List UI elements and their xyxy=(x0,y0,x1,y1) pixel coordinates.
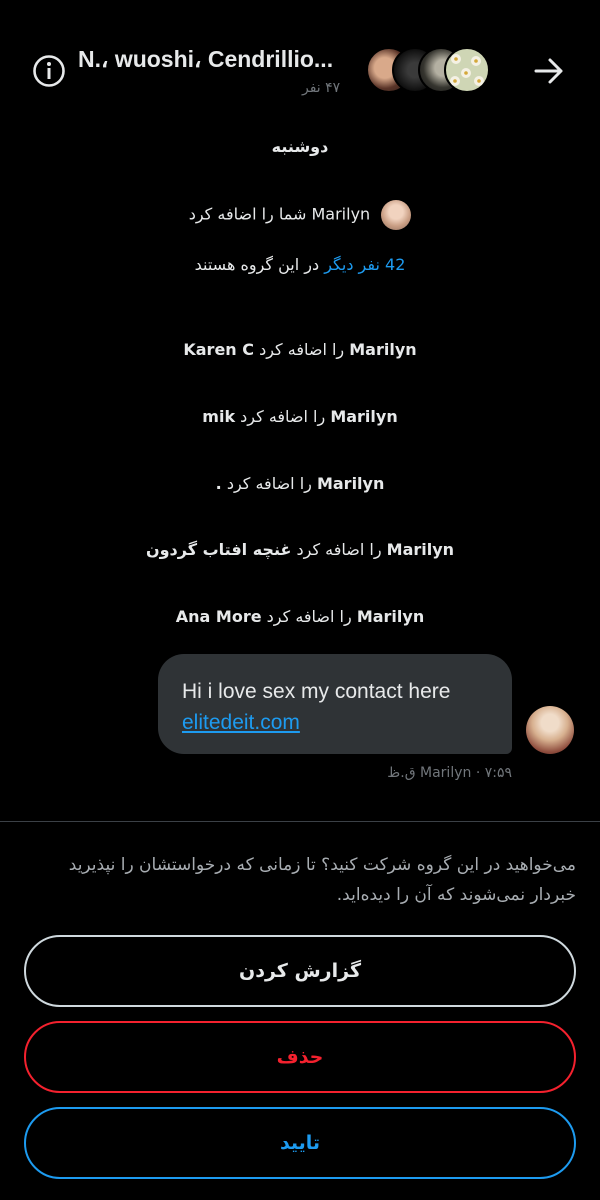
message-text: Hi i love sex my contact here xyxy=(182,680,451,703)
avatar[interactable] xyxy=(526,706,574,754)
others-count-link[interactable]: 42 نفر دیگر xyxy=(324,255,405,274)
message-meta: Marilyn · ۷:۵۹ ق.ظ xyxy=(387,765,512,781)
system-event: Marilyn را اضافه کرد غنچه افتاب گردون xyxy=(0,540,600,559)
divider xyxy=(0,821,600,822)
event-verb: را اضافه کرد xyxy=(266,607,352,626)
event-target: Ana More xyxy=(175,607,262,626)
conversation-title[interactable]: N.، wuoshi، Cendrillio... xyxy=(78,46,358,73)
accept-button[interactable]: تایید xyxy=(24,1107,576,1179)
event-verb: را اضافه کرد xyxy=(226,474,312,493)
event-target: غنچه افتاب گردون xyxy=(145,540,292,559)
group-avatars[interactable] xyxy=(366,47,496,95)
event-verb: را اضافه کرد xyxy=(296,540,382,559)
event-target: Karen C xyxy=(183,340,254,359)
arrow-right-icon[interactable] xyxy=(530,52,568,90)
conversation-header: N.، wuoshi، Cendrillio... ۴۷ نفر xyxy=(0,0,600,118)
avatar xyxy=(381,200,412,230)
event-actor: Marilyn xyxy=(386,540,455,559)
event-actor: Marilyn xyxy=(316,474,385,493)
event-actor: Marilyn xyxy=(356,607,425,626)
message-link[interactable]: elitedeit.com xyxy=(182,707,488,738)
event-verb: را اضافه کرد xyxy=(240,407,326,426)
added-you-message: شما را اضافه کرد Marilyn xyxy=(0,200,600,230)
message-bubble[interactable]: Hi i love sex my contact here elitedeit.… xyxy=(158,654,512,754)
system-event: Marilyn را اضافه کرد . xyxy=(0,474,600,493)
day-separator: دوشنبه xyxy=(271,137,329,156)
system-event: Marilyn را اضافه کرد Ana More xyxy=(0,607,600,626)
event-target: mik xyxy=(202,407,236,426)
event-actor: Marilyn xyxy=(330,407,398,426)
system-event: Marilyn را اضافه کرد Karen C xyxy=(0,340,600,359)
system-event: Marilyn را اضافه کرد mik xyxy=(0,407,600,426)
avatar xyxy=(444,47,490,93)
request-notice: می‌خواهید در این گروه شرکت کنید؟ تا زمان… xyxy=(68,855,576,905)
added-you-name[interactable]: Marilyn xyxy=(311,205,370,224)
others-text: در این گروه هستند xyxy=(194,255,320,274)
report-button[interactable]: گزارش کردن xyxy=(24,935,576,1007)
member-count: ۴۷ نفر xyxy=(302,80,341,96)
event-actor: Marilyn xyxy=(349,340,417,359)
info-icon[interactable] xyxy=(32,54,66,88)
group-others-message: 42 نفر دیگر در این گروه هستند xyxy=(0,255,600,274)
added-you-text: شما را اضافه کرد xyxy=(188,204,307,224)
event-target: . xyxy=(215,474,222,493)
event-verb: را اضافه کرد xyxy=(259,340,345,359)
delete-button[interactable]: حذف xyxy=(24,1021,576,1093)
